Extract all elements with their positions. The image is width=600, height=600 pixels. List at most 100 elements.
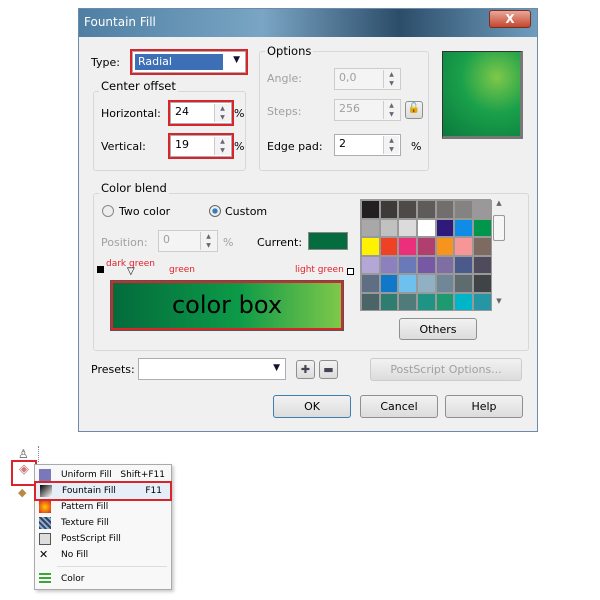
spinner[interactable]: ▲ ▼ [383, 136, 399, 154]
palette-swatch[interactable] [361, 218, 380, 237]
fill-flyout-menu: Uniform Fill Shift+F11 Fountain Fill F11 Pat… [34, 464, 172, 590]
steps-input[interactable]: 256 ▲ ▼ [334, 99, 401, 121]
spinner[interactable]: ▲ ▼ [214, 137, 230, 155]
steps-value: 256 [339, 102, 360, 115]
presets-select[interactable]: ▼ [138, 358, 286, 380]
edge-pad-input[interactable]: 2 ▲ ▼ [334, 134, 401, 156]
menu-item-no-fill[interactable]: ✕ No Fill [35, 547, 173, 563]
palette-swatch[interactable] [435, 237, 455, 256]
spinner[interactable]: ▲ ▼ [214, 104, 230, 122]
outline-tool-icon[interactable]: ♙ [18, 447, 29, 461]
palette-swatch[interactable] [435, 274, 455, 293]
palette-swatch[interactable] [454, 292, 473, 311]
palette-swatch[interactable] [417, 274, 436, 293]
palette-swatch[interactable] [417, 200, 436, 219]
menu-separator [57, 566, 167, 567]
palette-swatch[interactable] [435, 292, 455, 311]
two-color-label: Two color [119, 205, 171, 218]
custom-label: Custom [225, 205, 268, 218]
add-preset-button[interactable]: ✚ [296, 360, 315, 379]
palette-swatch[interactable] [417, 218, 436, 237]
palette-swatch[interactable] [454, 218, 473, 237]
menu-item-label: Texture Fill [61, 518, 109, 528]
palette-swatch[interactable] [417, 237, 436, 256]
menu-item-color[interactable]: Color [35, 571, 173, 587]
palette-swatch[interactable] [361, 200, 380, 219]
flyout-handle [38, 446, 46, 462]
end-color-marker[interactable] [347, 268, 354, 275]
palette-swatch[interactable] [417, 255, 436, 274]
scroll-thumb[interactable] [493, 215, 505, 241]
unit: % [411, 140, 422, 153]
type-select[interactable]: Radial ▼ [130, 49, 248, 75]
presets-label: Presets: [91, 363, 135, 376]
palette-swatch[interactable] [473, 218, 492, 237]
current-color-swatch[interactable] [308, 232, 348, 250]
menu-item-fountain-fill[interactable]: Fountain Fill F11 [34, 481, 172, 501]
palette-swatch[interactable] [361, 255, 380, 274]
menu-item-texture-fill[interactable]: Texture Fill [35, 515, 173, 531]
start-color-marker[interactable] [97, 266, 104, 273]
close-button[interactable]: X [489, 10, 531, 28]
menu-item-postscript-fill[interactable]: PostScript Fill [35, 531, 173, 547]
annotation-green: green [169, 265, 195, 275]
palette-swatch[interactable] [379, 255, 399, 274]
vertical-input[interactable]: 19 ▲ ▼ [168, 133, 234, 159]
cancel-button[interactable]: Cancel [360, 395, 438, 418]
postscript-options-button[interactable]: PostScript Options... [370, 358, 522, 381]
custom-radio[interactable] [209, 205, 221, 217]
palette-swatch[interactable] [454, 255, 473, 274]
palette-swatch[interactable] [435, 218, 455, 237]
palette-swatch[interactable] [398, 274, 417, 293]
palette-swatch[interactable] [454, 274, 473, 293]
palette-swatch[interactable] [473, 255, 492, 274]
palette-swatch[interactable] [473, 237, 492, 256]
palette-swatch[interactable] [435, 200, 455, 219]
palette-swatch[interactable] [454, 200, 473, 219]
position-input[interactable]: 0 ▲ ▼ [158, 230, 218, 252]
palette-swatch[interactable] [379, 218, 399, 237]
palette-swatch[interactable] [379, 200, 399, 219]
palette-swatch[interactable] [398, 200, 417, 219]
color-box[interactable]: color box [110, 280, 344, 331]
palette-swatch[interactable] [361, 274, 380, 293]
two-color-radio[interactable] [102, 205, 114, 217]
palette-swatch[interactable] [398, 292, 417, 311]
unit: % [234, 140, 245, 153]
fill-tool-icon[interactable]: ◈ [11, 460, 37, 486]
palette-swatch[interactable] [398, 255, 417, 274]
menu-item-uniform-fill[interactable]: Uniform Fill Shift+F11 [35, 467, 173, 483]
palette-swatch[interactable] [473, 292, 492, 311]
others-button[interactable]: Others [399, 318, 477, 340]
angle-value: 0,0 [339, 71, 357, 84]
palette-swatch[interactable] [454, 237, 473, 256]
interactive-fill-tool-icon[interactable]: ◆ [18, 486, 26, 499]
fountain-fill-icon [40, 485, 52, 497]
dialog-title: Fountain Fill [84, 15, 156, 29]
horizontal-label: Horizontal: [101, 107, 161, 120]
palette-swatch[interactable] [435, 255, 455, 274]
pattern-fill-icon [39, 501, 51, 513]
palette-swatch[interactable] [473, 274, 492, 293]
palette-scrollbar[interactable]: ▲ ▼ [492, 199, 506, 311]
lock-icon[interactable]: 🔓 [405, 101, 423, 119]
color-palette[interactable] [360, 199, 492, 311]
remove-preset-button[interactable]: ▬ [319, 360, 338, 379]
menu-item-label: Uniform Fill [61, 470, 112, 480]
menu-item-label: PostScript Fill [61, 534, 121, 544]
horizontal-input[interactable]: 24 ▲ ▼ [168, 100, 234, 126]
palette-swatch[interactable] [417, 292, 436, 311]
palette-swatch[interactable] [379, 292, 399, 311]
palette-swatch[interactable] [379, 274, 399, 293]
ok-button[interactable]: OK [273, 395, 351, 418]
angle-input[interactable]: 0,0 ▲ ▼ [334, 68, 401, 90]
palette-swatch[interactable] [361, 237, 380, 256]
annotation-light-green: light green [295, 265, 344, 275]
menu-item-pattern-fill[interactable]: Pattern Fill [35, 499, 173, 515]
palette-swatch[interactable] [473, 200, 492, 219]
palette-swatch[interactable] [398, 218, 417, 237]
palette-swatch[interactable] [398, 237, 417, 256]
help-button[interactable]: Help [445, 395, 523, 418]
palette-swatch[interactable] [379, 237, 399, 256]
palette-swatch[interactable] [361, 292, 380, 311]
